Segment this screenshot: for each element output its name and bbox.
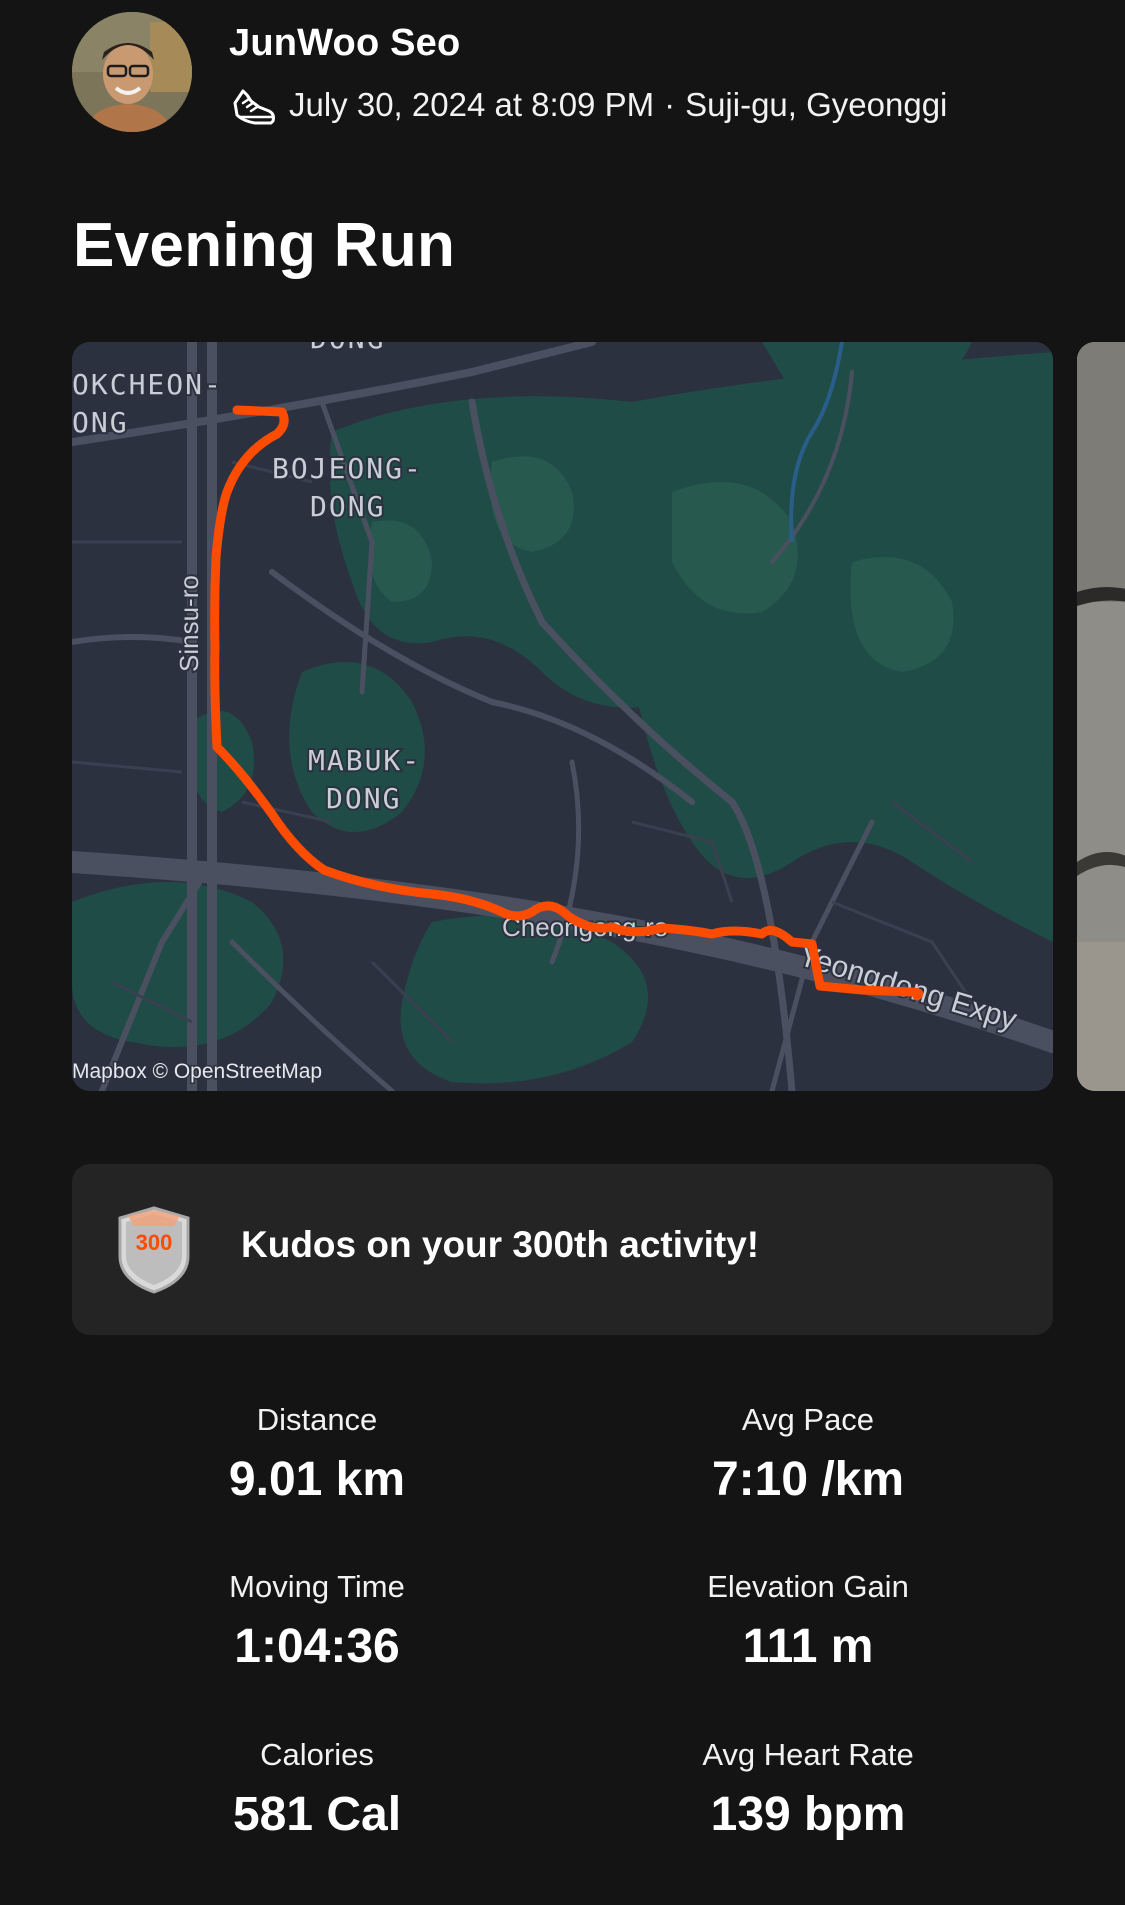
activity-meta: July 30, 2024 at 8:09 PM · Suji-gu, Gyeo…: [229, 80, 947, 130]
stat-label: Avg Pace: [741, 1402, 875, 1437]
milestone-kudos-card[interactable]: 300 Kudos on your 300th activity!: [72, 1164, 1053, 1335]
badge-number: 300: [136, 1230, 173, 1255]
map-label-bojeong: BOJEONG-: [272, 452, 423, 485]
meta-separator: ·: [664, 86, 676, 123]
map-label-mabuk: MABUK-: [308, 744, 421, 777]
stat-label: Moving Time: [229, 1569, 405, 1604]
athlete-name[interactable]: JunWoo Seo: [229, 22, 460, 65]
stat-value: 1:04:36: [234, 1620, 400, 1673]
stat-label: Elevation Gain: [707, 1569, 909, 1604]
map-label-sinsu: Sinsu-ro: [174, 575, 204, 672]
activity-title: Evening Run: [73, 211, 456, 280]
map-label-okcheon: OKCHEON-: [72, 368, 223, 401]
map-label-bojeong-2: DONG: [310, 490, 385, 523]
running-shoe-icon: [233, 89, 275, 125]
stat-label: Distance: [256, 1402, 378, 1437]
stat-label: Avg Heart Rate: [702, 1737, 914, 1772]
rock-photo: [1077, 342, 1125, 1091]
map-label-mabuk-2: DONG: [326, 782, 401, 815]
stat-calories: Calories 581 Cal: [72, 1735, 562, 1847]
stat-value: 581 Cal: [232, 1788, 402, 1841]
stat-distance: Distance 9.01 km: [72, 1400, 562, 1512]
stat-value: 9.01 km: [228, 1453, 406, 1506]
avatar[interactable]: [72, 12, 192, 132]
route-map[interactable]: DONG OKCHEON- ONG BOJEONG- DONG MABUK- D…: [72, 342, 1053, 1091]
activity-location: Suji-gu, Gyeonggi: [685, 86, 948, 123]
stat-value: 111 m: [742, 1620, 874, 1673]
stat-avg-heart-rate: Avg Heart Rate 139 bpm: [563, 1735, 1053, 1847]
route-map-canvas: DONG OKCHEON- ONG BOJEONG- DONG MABUK- D…: [72, 342, 1053, 1091]
stat-avg-pace: Avg Pace 7:10 /km: [563, 1400, 1053, 1512]
activity-header: JunWoo Seo July 30, 2024 at 8:09 PM · Su…: [72, 12, 1072, 132]
stat-value: 139 bpm: [710, 1788, 906, 1841]
kudos-message: Kudos on your 300th activity!: [241, 1224, 760, 1265]
milestone-badge-icon: 300: [118, 1206, 190, 1294]
map-label-okcheon-2: ONG: [72, 406, 129, 439]
avatar-photo: [72, 12, 192, 132]
activity-date: July 30, 2024 at 8:09 PM: [289, 86, 655, 123]
stat-elevation-gain: Elevation Gain 111 m: [563, 1567, 1053, 1679]
stat-value: 7:10 /km: [711, 1453, 905, 1506]
stat-label: Calories: [260, 1737, 374, 1772]
stat-moving-time: Moving Time 1:04:36: [72, 1567, 562, 1679]
map-label-dong-top: DONG: [310, 342, 385, 355]
activity-photo-peek[interactable]: [1077, 342, 1125, 1091]
map-attribution[interactable]: Mapbox © OpenStreetMap: [72, 1059, 324, 1085]
